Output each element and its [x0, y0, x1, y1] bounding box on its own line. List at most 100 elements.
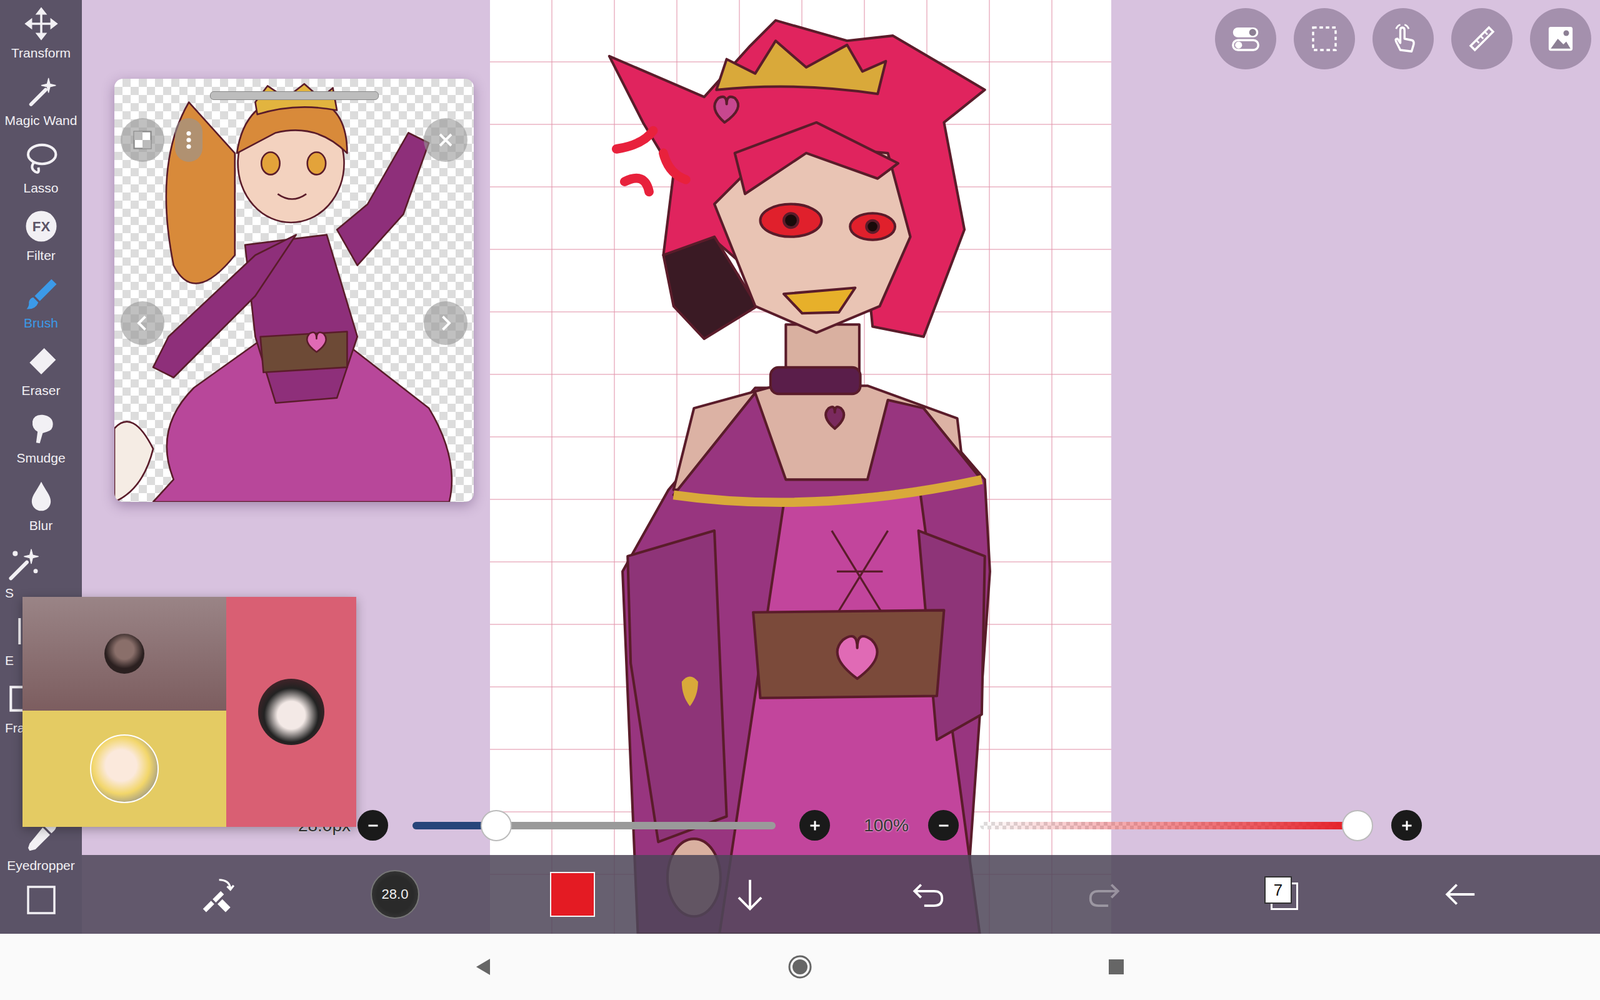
tool-button[interactable]: Magic Wand — [0, 67, 82, 135]
top-tool-buttons — [1215, 8, 1592, 70]
avatar-photo — [90, 734, 159, 804]
drag-handle[interactable] — [210, 91, 379, 100]
canvas-frame-button[interactable] — [0, 880, 82, 934]
brush-sliders: 28.0px100% — [268, 810, 1422, 841]
bottom-tool-bar: 28.07 — [81, 855, 1600, 934]
tool-label: Blur — [29, 517, 53, 534]
color-button[interactable] — [483, 855, 662, 934]
tool-label: Smudge — [16, 450, 65, 467]
slider-knob[interactable] — [480, 810, 512, 842]
back-button[interactable] — [1371, 855, 1549, 934]
brush-eraser-swap-icon — [198, 875, 237, 914]
opacity-increase-button[interactable] — [1391, 810, 1422, 841]
brush-size-preview: 28.0 — [370, 870, 420, 919]
tool-button[interactable]: Blur — [0, 472, 82, 540]
back-triangle-icon[interactable] — [473, 956, 494, 977]
ibispaint-screen: Transform Magic Wand Lasso FX Filter Brush Era… — [0, 0, 1600, 1000]
brush-size-value: 28.0 — [381, 886, 409, 903]
system-nav-bar — [0, 933, 1600, 1000]
layers-button[interactable]: 7 — [1193, 855, 1372, 934]
layer-count: 7 — [1273, 880, 1283, 900]
character-artwork — [490, 0, 1112, 934]
reference-button[interactable] — [1530, 8, 1592, 70]
close-x-icon — [434, 128, 457, 152]
tool-menu-button[interactable] — [661, 855, 839, 934]
blur-icon — [23, 478, 59, 514]
svg-text:FX: FX — [31, 218, 50, 235]
tool-button[interactable]: Smudge — [0, 405, 82, 473]
avatar-tile[interactable] — [226, 596, 357, 827]
brush-size-button[interactable]: 28.0 — [306, 855, 484, 934]
tool-button[interactable]: FX Filter — [0, 202, 82, 270]
filter-icon: FX — [23, 208, 59, 244]
image-icon — [1543, 21, 1578, 56]
selection-button[interactable] — [1293, 8, 1355, 70]
opacity-decrease-button[interactable] — [928, 810, 959, 841]
tool-label: E — [5, 652, 14, 669]
tool-label: Magic Wand — [5, 112, 78, 129]
next-image-button[interactable] — [423, 301, 468, 345]
tool-button[interactable]: Transform — [0, 0, 82, 68]
tool-button[interactable]: Eraser — [0, 337, 82, 405]
size-decrease-button[interactable] — [357, 810, 389, 841]
smudge-icon — [23, 411, 59, 447]
tool-button[interactable]: Lasso — [0, 135, 82, 203]
ruler-button[interactable] — [1451, 8, 1513, 70]
recents-square-icon[interactable] — [1106, 956, 1127, 977]
slider-knob[interactable] — [1341, 810, 1374, 842]
layer-front-sheet: 7 — [1264, 876, 1292, 904]
dashed-square-icon — [1307, 21, 1342, 56]
redo-button[interactable] — [1016, 855, 1194, 934]
slider-fill — [980, 821, 1358, 830]
minus-icon — [363, 816, 383, 835]
special-icon — [5, 546, 40, 582]
ruler-icon — [1465, 21, 1499, 56]
reference-menu-button[interactable] — [175, 118, 203, 162]
toggle-button[interactable] — [1215, 8, 1277, 70]
square-icon — [23, 882, 59, 918]
tool-label: Eyedropper — [6, 857, 75, 874]
tool-label: S — [5, 585, 14, 602]
undo-icon — [908, 875, 947, 914]
popup-left-column — [22, 596, 227, 827]
home-circle-icon[interactable] — [787, 954, 813, 980]
chevron-right-icon — [434, 311, 457, 335]
layers-icon: 7 — [1261, 873, 1304, 915]
brush-size-slider[interactable] — [412, 821, 776, 830]
tool-label: Filter — [26, 247, 56, 264]
tool-label: Eraser — [21, 382, 61, 399]
opacity-slider[interactable] — [980, 821, 1358, 830]
tool-label: Fra — [5, 720, 25, 737]
wand-icon — [23, 73, 59, 109]
tool-label: Lasso — [23, 180, 59, 197]
avatar-photo — [104, 633, 145, 674]
previous-image-button[interactable] — [120, 301, 165, 345]
vertical-dots-icon — [177, 128, 200, 152]
background-toggle-button[interactable] — [120, 118, 165, 162]
reference-window[interactable] — [114, 78, 474, 502]
hand-tap-icon — [1386, 21, 1420, 56]
tool-label: Brush — [23, 315, 59, 332]
checker-icon — [131, 128, 154, 152]
reference-close-button[interactable] — [423, 118, 468, 162]
chevron-left-icon — [131, 311, 154, 335]
toggle-icon — [1228, 21, 1263, 56]
brush-icon — [23, 276, 59, 312]
avatar-tile[interactable] — [22, 596, 227, 711]
avatar-tile[interactable] — [22, 710, 227, 827]
touch-button[interactable] — [1372, 8, 1434, 70]
tool-button[interactable]: Brush — [0, 270, 82, 338]
current-color-swatch — [550, 871, 595, 917]
size-increase-button[interactable] — [799, 810, 830, 841]
lasso-icon — [23, 141, 59, 177]
plus-icon — [1397, 816, 1417, 835]
brush-eraser-swap-button[interactable] — [128, 855, 307, 934]
avatar-popup — [22, 596, 357, 827]
undo-button[interactable] — [838, 855, 1017, 934]
down-arrow-icon — [730, 875, 770, 914]
redo-icon — [1085, 875, 1125, 914]
back-arrow-icon — [1440, 875, 1480, 914]
plus-icon — [805, 816, 825, 835]
reference-image — [114, 78, 474, 502]
drawing-canvas[interactable] — [490, 0, 1112, 934]
